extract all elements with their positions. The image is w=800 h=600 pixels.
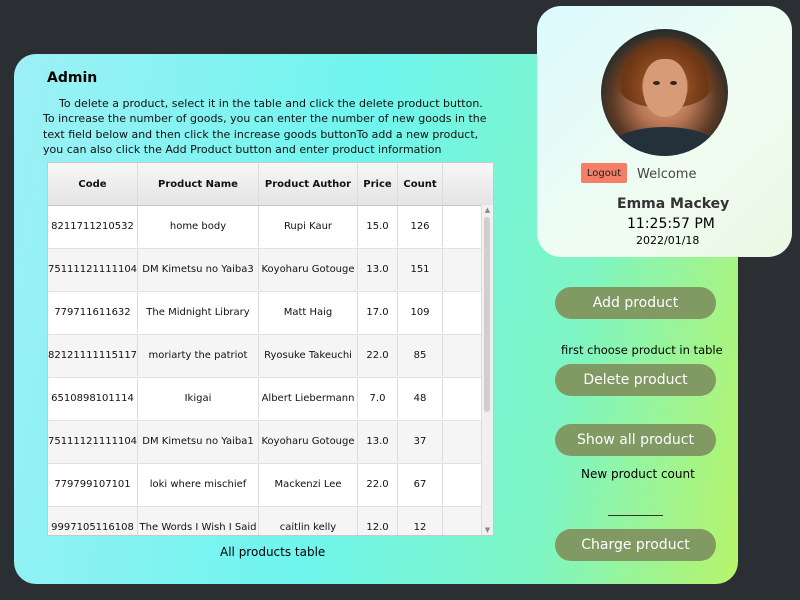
- avatar-face: [643, 59, 687, 117]
- cell-count: 126: [398, 206, 443, 247]
- cell-count: 85: [398, 335, 443, 376]
- column-header-code[interactable]: Code: [48, 163, 138, 205]
- cell-product-author: Mackenzi Lee: [259, 464, 358, 505]
- avatar: [601, 29, 728, 156]
- cell-code: 82121111115117: [48, 335, 138, 376]
- cell-price: 7.0: [358, 378, 398, 419]
- table-row[interactable]: 8211711210532 home body Rupi Kaur 15.0 1…: [48, 206, 493, 249]
- scroll-thumb[interactable]: [484, 217, 490, 412]
- cell-product-name: DM Kimetsu no Yaiba1: [138, 421, 259, 462]
- avatar-shirt: [611, 127, 718, 156]
- delete-hint-text: first choose product in table: [561, 343, 723, 357]
- products-table[interactable]: Code Product Name Product Author Price C…: [47, 162, 494, 536]
- cell-product-author: Albert Liebermann: [259, 378, 358, 419]
- cell-product-author: Koyoharu Gotouge: [259, 249, 358, 290]
- cell-code: 75111121111104: [48, 249, 138, 290]
- cell-product-author: caitlin kelly: [259, 507, 358, 535]
- clock-date: 2022/01/18: [636, 234, 700, 247]
- cell-price: 12.0: [358, 507, 398, 535]
- new-product-count-input[interactable]: [608, 515, 663, 516]
- cell-product-author: Rupi Kaur: [259, 206, 358, 247]
- cell-price: 17.0: [358, 292, 398, 333]
- cell-price: 13.0: [358, 249, 398, 290]
- cell-price: 22.0: [358, 335, 398, 376]
- cell-count: 48: [398, 378, 443, 419]
- table-caption: All products table: [220, 545, 326, 559]
- add-product-button[interactable]: Add product: [555, 287, 716, 319]
- table-row[interactable]: 9997105116108 The Words I Wish I Said ca…: [48, 507, 493, 535]
- delete-product-button[interactable]: Delete product: [555, 364, 716, 396]
- table-row[interactable]: 75111121111104 DM Kimetsu no Yaiba3 Koyo…: [48, 249, 493, 292]
- cell-product-author: Ryosuke Takeuchi: [259, 335, 358, 376]
- cell-product-name: home body: [138, 206, 259, 247]
- cell-product-name: Ikigai: [138, 378, 259, 419]
- welcome-text: Welcome: [637, 167, 697, 182]
- cell-product-name: moriarty the patriot: [138, 335, 259, 376]
- cell-count: 109: [398, 292, 443, 333]
- cell-price: 15.0: [358, 206, 398, 247]
- new-product-count-label: New product count: [581, 467, 695, 481]
- cell-product-name: DM Kimetsu no Yaiba3: [138, 249, 259, 290]
- scroll-up-arrow-icon[interactable]: ▲: [482, 205, 493, 215]
- scroll-down-arrow-icon[interactable]: ▼: [482, 525, 493, 535]
- instructions-text: To delete a product, select it in the ta…: [43, 97, 487, 156]
- cell-count: 12: [398, 507, 443, 535]
- table-row[interactable]: 75111121111104 DM Kimetsu no Yaiba1 Koyo…: [48, 421, 493, 464]
- cell-count: 37: [398, 421, 443, 462]
- cell-price: 13.0: [358, 421, 398, 462]
- cell-product-name: The Words I Wish I Said: [138, 507, 259, 535]
- cell-price: 22.0: [358, 464, 398, 505]
- cell-code: 8211711210532: [48, 206, 138, 247]
- column-header-filler: [443, 163, 491, 205]
- cell-product-name: The Midnight Library: [138, 292, 259, 333]
- cell-product-author: Matt Haig: [259, 292, 358, 333]
- show-all-product-button[interactable]: Show all product: [555, 424, 716, 456]
- column-header-count[interactable]: Count: [398, 163, 443, 205]
- clock-time: 11:25:57 PM: [627, 216, 715, 232]
- cell-count: 67: [398, 464, 443, 505]
- cell-product-author: Koyoharu Gotouge: [259, 421, 358, 462]
- table-row[interactable]: 779711611632 The Midnight Library Matt H…: [48, 292, 493, 335]
- table-row[interactable]: 82121111115117 moriarty the patriot Ryos…: [48, 335, 493, 378]
- table-scrollbar[interactable]: ▲ ▼: [481, 205, 493, 535]
- column-header-product-author[interactable]: Product Author: [259, 163, 358, 205]
- cell-code: 75111121111104: [48, 421, 138, 462]
- cell-code: 779711611632: [48, 292, 138, 333]
- cell-code: 9997105116108: [48, 507, 138, 535]
- column-header-product-name[interactable]: Product Name: [138, 163, 259, 205]
- table-row[interactable]: 779799107101 loki where mischief Mackenz…: [48, 464, 493, 507]
- page-title: Admin: [47, 70, 98, 86]
- charge-product-button[interactable]: Charge product: [555, 529, 716, 561]
- column-header-price[interactable]: Price: [358, 163, 398, 205]
- avatar-eye: [653, 81, 660, 85]
- table-row[interactable]: 6510898101114 Ikigai Albert Liebermann 7…: [48, 378, 493, 421]
- cell-count: 151: [398, 249, 443, 290]
- table-header: Code Product Name Product Author Price C…: [48, 163, 493, 206]
- user-name: Emma Mackey: [617, 196, 730, 212]
- cell-product-name: loki where mischief: [138, 464, 259, 505]
- logout-button[interactable]: Logout: [581, 163, 627, 183]
- avatar-eye: [670, 81, 677, 85]
- cell-code: 779799107101: [48, 464, 138, 505]
- cell-code: 6510898101114: [48, 378, 138, 419]
